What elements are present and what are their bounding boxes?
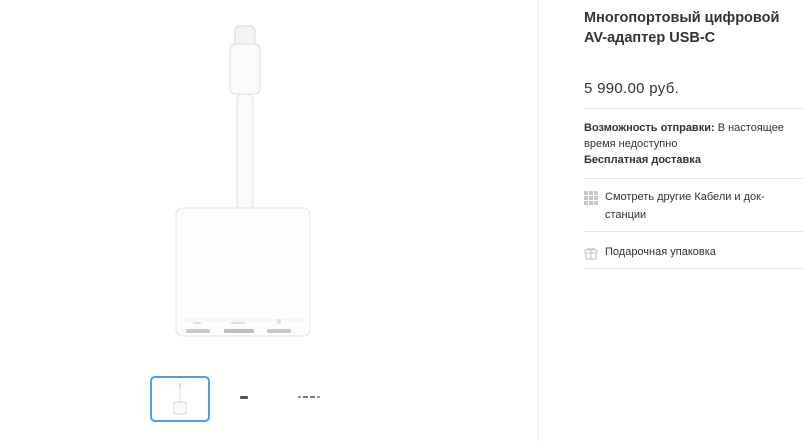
cable	[236, 93, 254, 211]
free-delivery: Бесплатная доставка	[584, 154, 701, 166]
port-usb	[267, 329, 291, 333]
shipping-label: Возможность отправки:	[584, 122, 715, 134]
gift-icon	[584, 246, 598, 260]
product-gallery	[0, 0, 538, 441]
divider-line	[584, 108, 804, 109]
product-price: 5 990.00 руб.	[584, 80, 680, 97]
grid-icon	[584, 191, 598, 205]
port-hdmi	[224, 329, 254, 333]
gift-wrap-label: Подарочная упаковка	[605, 246, 716, 258]
divider-line	[584, 231, 804, 232]
thumbnail-1[interactable]	[150, 376, 210, 422]
port-left	[186, 329, 210, 333]
adapter-body	[175, 207, 311, 337]
divider-line	[584, 178, 804, 179]
product-title: Многопортовый цифровой AV-адаптер USB-C	[584, 10, 780, 46]
thumbnail-2[interactable]	[220, 376, 280, 422]
gift-wrap-link[interactable]: Подарочная упаковка	[584, 243, 794, 261]
thumbnail-3[interactable]	[288, 376, 348, 422]
usb-c-plug-body	[229, 43, 261, 95]
thumbnail-strip	[150, 376, 350, 426]
shipping-info: Возможность отправки: В настоящее время …	[584, 120, 784, 168]
product-image	[175, 25, 311, 337]
more-cables-label: Смотреть другие Кабели и док-станции	[605, 191, 765, 221]
divider-line	[584, 268, 804, 269]
product-info-panel: Многопортовый цифровой AV-адаптер USB-C …	[539, 0, 804, 441]
more-cables-link[interactable]: Смотреть другие Кабели и док-станции	[584, 188, 794, 224]
